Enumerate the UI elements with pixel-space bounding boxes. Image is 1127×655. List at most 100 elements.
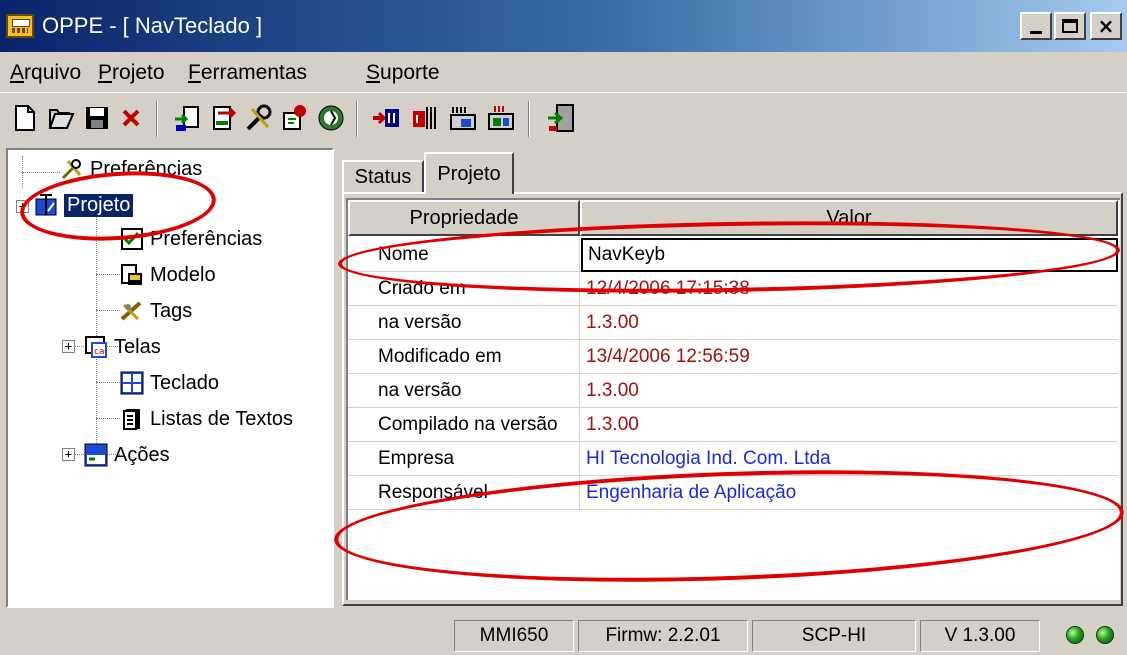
close-icon: × (1097, 14, 1115, 38)
tools-button[interactable] (242, 101, 276, 135)
tree-connector (22, 172, 60, 173)
property-name-cell: Nome (348, 238, 580, 272)
download-button[interactable] (446, 101, 480, 135)
property-value-cell[interactable]: 1.3.00 (581, 374, 1118, 408)
tags-icon (120, 299, 144, 323)
status-led-icon (1096, 626, 1114, 644)
open-folder-button[interactable] (44, 101, 78, 135)
toolbar (0, 92, 1127, 144)
tree-item-telas[interactable]: ca Telas (84, 332, 161, 362)
compile-button[interactable] (278, 101, 312, 135)
connect-icon (373, 109, 399, 127)
menu-ferramentas-label: erramentas (200, 61, 308, 84)
model-icon (120, 263, 144, 287)
tree-item-listas-de-textos[interactable]: Listas de Textos (120, 404, 293, 434)
property-grid: Propriedade Valor Nome NavKeyb Criado em 12… (346, 198, 1120, 600)
app-calculator-icon (6, 14, 34, 38)
tree-connector (96, 238, 120, 239)
tree-item-preferencias[interactable]: Preferências (120, 224, 262, 254)
tree-connector (96, 382, 120, 383)
menu-projeto[interactable]: Projeto (98, 61, 165, 85)
tab-status[interactable]: Status (342, 160, 424, 192)
table-row[interactable]: Nome NavKeyb (348, 238, 1118, 272)
tree-item-modelo[interactable]: Modelo (120, 260, 216, 290)
tools-icon (246, 104, 272, 131)
menu-bar: Arquivo Projeto Ferramentas Suporte (0, 52, 1127, 92)
property-value-cell[interactable]: HI Tecnologia Ind. Com. Ltda (581, 442, 1118, 476)
property-value-cell[interactable]: 12/4/2006 17:15:38 (581, 272, 1118, 306)
table-row[interactable]: Responsável Engenharia de Aplicação (348, 476, 1118, 510)
column-header-propriedade[interactable]: Propriedade (348, 200, 580, 236)
menu-arquivo[interactable]: Arquivo (10, 61, 81, 85)
table-row[interactable]: Modificado em 13/4/2006 12:56:59 (348, 340, 1118, 374)
property-name-cell: Criado em (348, 272, 580, 306)
new-file-button[interactable] (8, 101, 42, 135)
upload-button[interactable] (484, 101, 518, 135)
tree-item-label: Preferências (150, 227, 263, 250)
tree-item-label: Projeto (64, 193, 134, 217)
connect-button[interactable] (370, 101, 404, 135)
tab-projeto[interactable]: Projeto (424, 152, 514, 194)
menu-arquivo-label: rquivo (24, 61, 82, 84)
tree-item-tags[interactable]: Tags (120, 296, 192, 326)
svg-text:ca: ca (94, 347, 104, 357)
export-button[interactable] (206, 101, 240, 135)
column-header-valor[interactable]: Valor (580, 200, 1118, 236)
save-button[interactable] (80, 101, 114, 135)
property-value-cell[interactable]: Engenharia de Aplicação (581, 476, 1118, 510)
refresh-button[interactable] (314, 101, 348, 135)
tree-item-label: Tags (150, 299, 193, 322)
maximize-icon (1062, 19, 1078, 33)
title-bar[interactable]: OPPE - [ NavTeclado ] × (0, 0, 1127, 52)
menu-suporte-label: uporte (380, 61, 440, 84)
table-row[interactable]: Criado em 12/4/2006 17:15:38 (348, 272, 1118, 306)
app-window: OPPE - [ NavTeclado ] × Arquivo Projeto … (0, 0, 1127, 655)
exit-icon (548, 104, 574, 132)
tree-expander-acoes[interactable]: + (62, 448, 75, 461)
tree-item-teclado[interactable]: Teclado (120, 368, 219, 398)
toolbar-separator (156, 101, 158, 137)
property-value-cell[interactable]: 1.3.00 (581, 306, 1118, 340)
import-button[interactable] (170, 101, 204, 135)
project-icon (34, 193, 58, 217)
project-tree[interactable]: + + + Preferências Projeto Preferências … (6, 148, 334, 608)
table-row[interactable]: na versão 1.3.00 (348, 374, 1118, 408)
transfer-button[interactable] (408, 101, 442, 135)
property-value-cell[interactable]: 13/4/2006 12:56:59 (581, 340, 1118, 374)
screens-icon: ca (84, 335, 108, 359)
property-value-cell[interactable]: 1.3.00 (581, 408, 1118, 442)
tree-item-label: Telas (114, 335, 161, 358)
property-name-cell: na versão (348, 374, 580, 408)
tree-expander-telas[interactable]: + (62, 340, 75, 353)
delete-x-icon (122, 109, 140, 127)
tree-connector (96, 274, 120, 275)
property-value-edit-field[interactable]: NavKeyb (581, 238, 1118, 272)
minimize-button[interactable] (1020, 12, 1052, 40)
tree-item-acoes[interactable]: Ações (84, 440, 170, 470)
tree-item-projeto[interactable]: Projeto (34, 190, 134, 220)
maximize-button[interactable] (1054, 12, 1086, 40)
menu-suporte[interactable]: Suporte (366, 61, 440, 85)
status-firmware: Firmw: 2.2.01 (578, 620, 748, 652)
delete-button[interactable] (114, 101, 148, 135)
tree-item-label: Teclado (150, 371, 219, 394)
table-row[interactable]: Empresa HI Tecnologia Ind. Com. Ltda (348, 442, 1118, 476)
table-row[interactable]: Compilado na versão 1.3.00 (348, 408, 1118, 442)
table-row[interactable]: na versão 1.3.00 (348, 306, 1118, 340)
download-icon (450, 107, 476, 130)
menu-ferramentas[interactable]: Ferramentas (188, 61, 307, 85)
property-name-cell: na versão (348, 306, 580, 340)
tree-item-preferencias-root[interactable]: Preferências (60, 154, 202, 184)
menu-suporte-mnemonic: S (366, 61, 381, 84)
status-led-icon (1066, 626, 1084, 644)
compile-icon (283, 105, 306, 130)
new-file-icon (15, 105, 35, 131)
toolbar-separator (356, 101, 358, 137)
property-name-cell: Modificado em (348, 340, 580, 374)
exit-button[interactable] (544, 101, 578, 135)
tree-expander-projeto[interactable]: + (16, 200, 29, 213)
status-device: MMI650 (454, 620, 574, 652)
close-button[interactable]: × (1090, 12, 1122, 40)
actions-icon (84, 443, 108, 467)
toolbar-separator (528, 101, 530, 137)
